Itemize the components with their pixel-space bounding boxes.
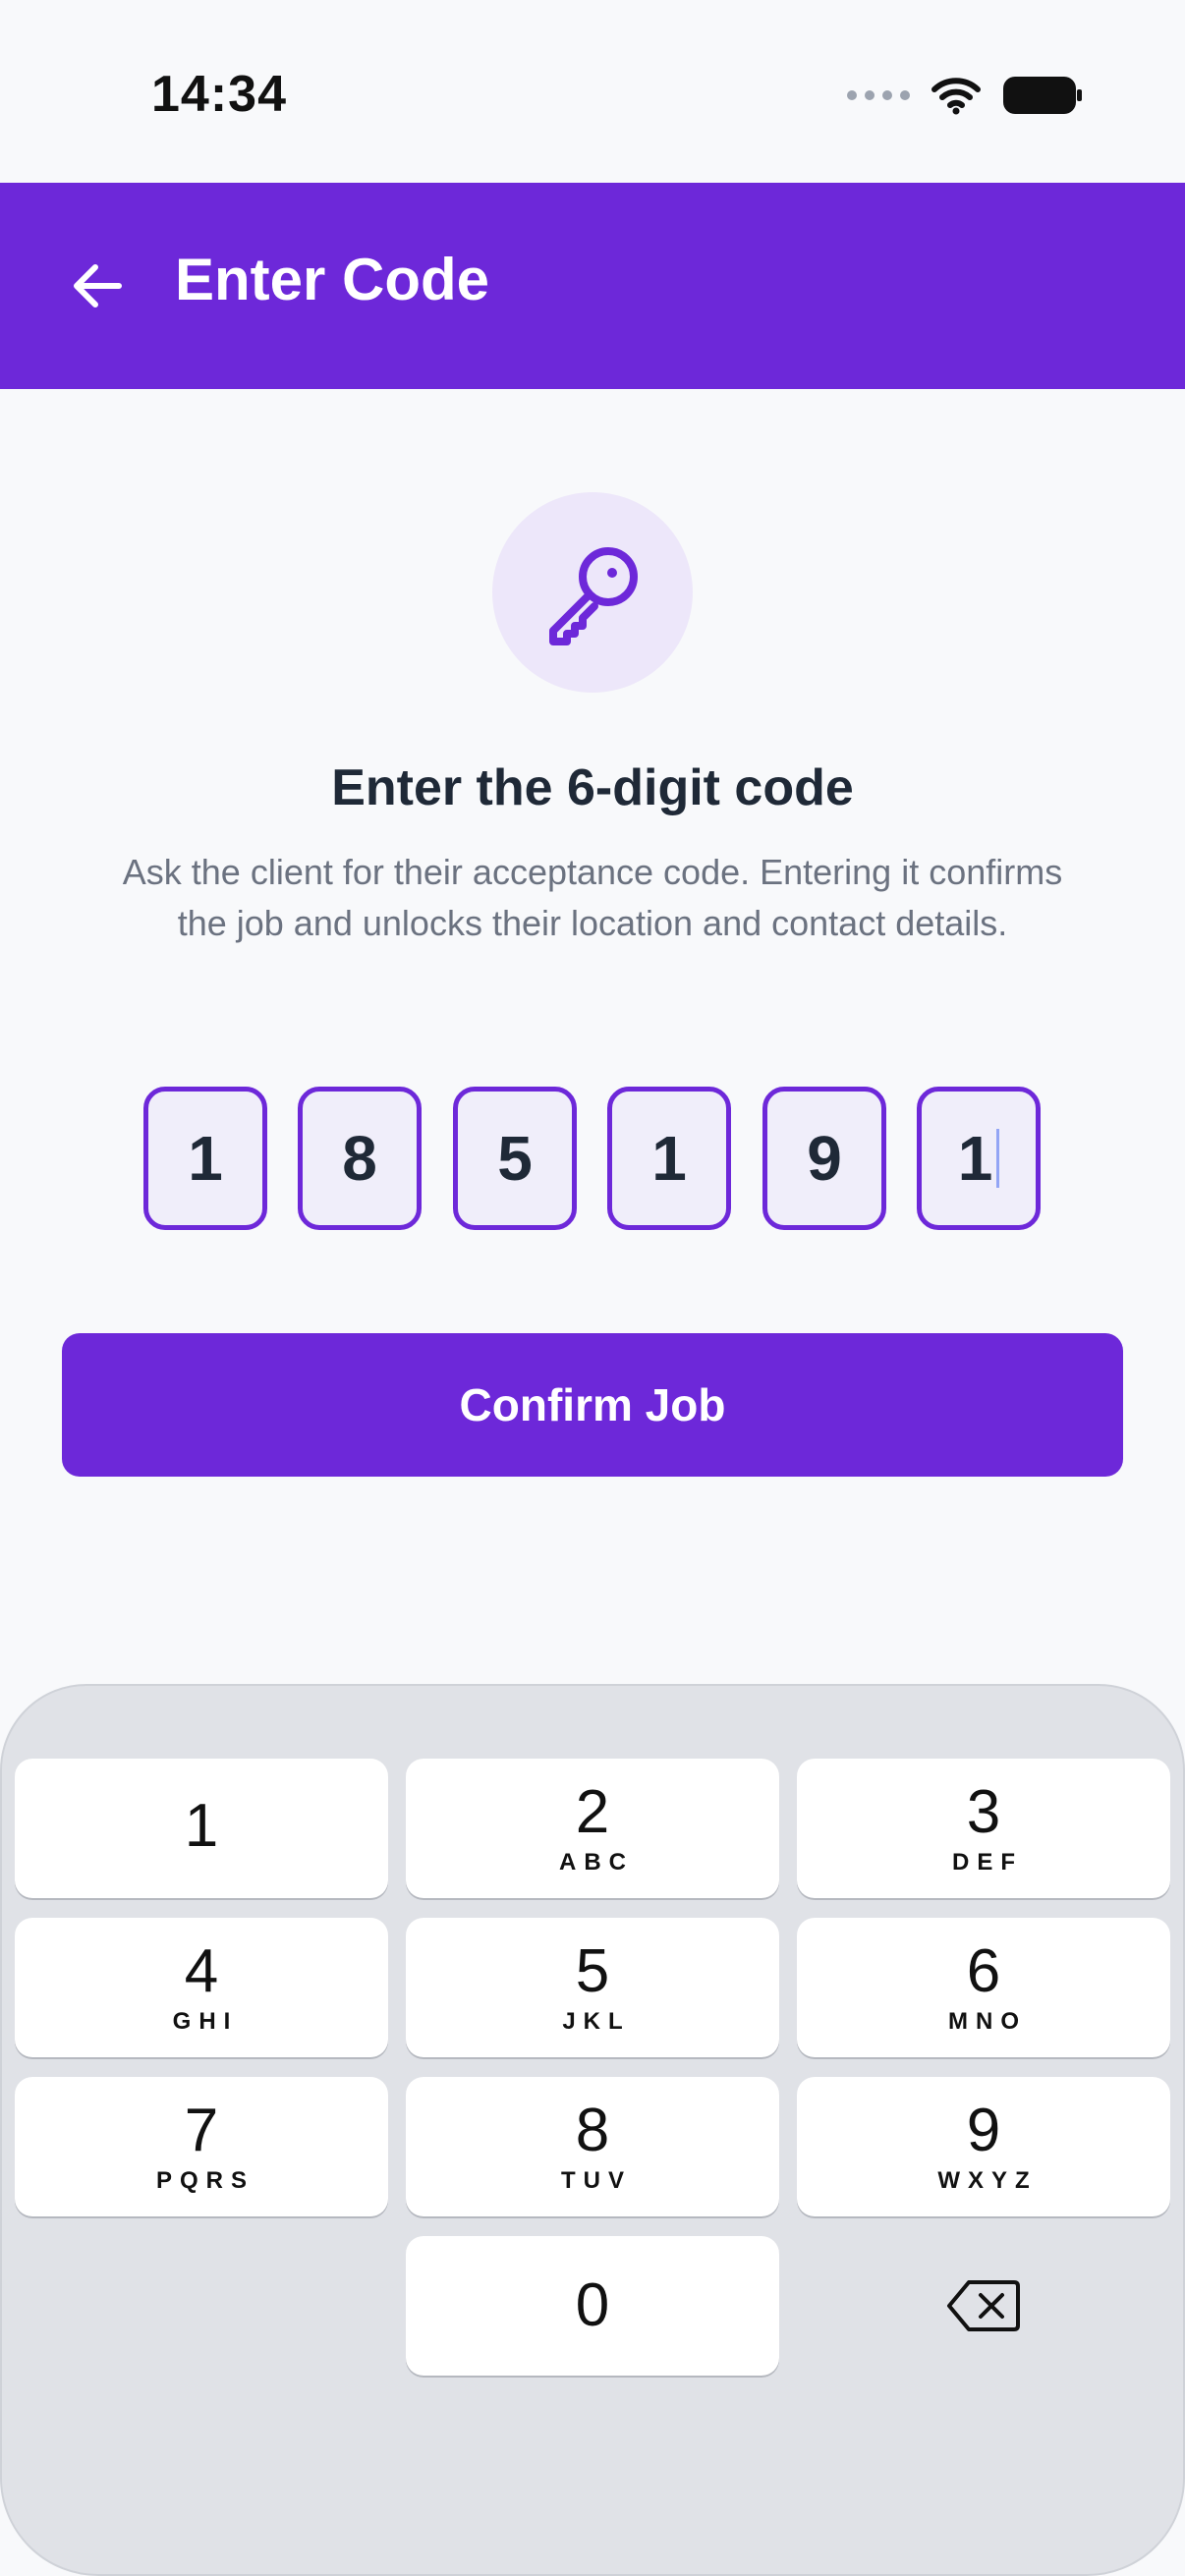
numeric-keyboard: 1 2 ABC 3 DEF 4 GHI 5 JKL 6 MNO 7 PQRS 8…	[0, 1684, 1185, 2576]
key-8[interactable]: 8 TUV	[406, 2077, 779, 2216]
key-letters: MNO	[948, 2008, 1027, 2035]
key-letters: TUV	[561, 2167, 632, 2194]
back-button[interactable]	[61, 250, 134, 322]
arrow-left-icon	[74, 264, 122, 308]
code-digit-3[interactable]: 5	[453, 1087, 577, 1230]
key-blank	[15, 2236, 388, 2376]
battery-icon	[1003, 77, 1082, 114]
code-digit-1[interactable]: 1	[143, 1087, 267, 1230]
key-5[interactable]: 5 JKL	[406, 1918, 779, 2057]
key-number: 9	[966, 2097, 1001, 2164]
key-2[interactable]: 2 ABC	[406, 1759, 779, 1898]
key-number: 5	[575, 1937, 610, 2005]
key-number: 1	[184, 1792, 219, 1860]
code-input[interactable]: 1 8 5 1 9 1	[143, 1087, 1042, 1230]
key-number: 4	[184, 1937, 219, 2005]
key-letters: DEF	[952, 1849, 1023, 1876]
key-6[interactable]: 6 MNO	[797, 1918, 1170, 2057]
code-digit-2[interactable]: 8	[298, 1087, 422, 1230]
key-number: 3	[966, 1778, 1001, 1846]
key-1[interactable]: 1	[15, 1759, 388, 1898]
text-cursor	[996, 1129, 1000, 1188]
key-number: 2	[575, 1778, 610, 1846]
key-9[interactable]: 9 WXYZ	[797, 2077, 1170, 2216]
key-4[interactable]: 4 GHI	[15, 1918, 388, 2057]
instruction-text: Ask the client for their acceptance code…	[122, 852, 1063, 943]
status-icons	[847, 71, 1083, 120]
key-number: 0	[575, 2271, 610, 2339]
status-time: 14:34	[151, 66, 287, 123]
key-7[interactable]: 7 PQRS	[15, 2077, 388, 2216]
key-3[interactable]: 3 DEF	[797, 1759, 1170, 1898]
code-digit-6[interactable]: 1	[917, 1087, 1041, 1230]
key-letters: JKL	[562, 2008, 631, 2035]
key-0[interactable]: 0	[406, 2236, 779, 2376]
key-icon-badge	[492, 492, 693, 693]
wifi-icon	[931, 78, 981, 115]
app-bar: Enter Code	[0, 183, 1185, 389]
instruction-heading: Enter the 6-digit code	[331, 759, 854, 816]
page-title: Enter Code	[175, 247, 490, 312]
key-number: 7	[184, 2097, 219, 2164]
code-digit-5[interactable]: 9	[762, 1087, 886, 1230]
backspace-icon	[947, 2280, 1020, 2331]
confirm-job-button[interactable]: Confirm Job	[62, 1333, 1123, 1477]
code-digit-4[interactable]: 1	[607, 1087, 731, 1230]
key-letters: GHI	[172, 2008, 239, 2035]
cellular-signal-icon	[847, 90, 910, 100]
status-bar: 14:34	[0, 0, 1185, 183]
key-number: 8	[575, 2097, 610, 2164]
delete-key[interactable]	[797, 2236, 1170, 2376]
key-icon	[549, 547, 638, 645]
key-number: 6	[966, 1937, 1001, 2005]
key-letters: WXYZ	[937, 2167, 1038, 2194]
key-letters: ABC	[559, 1849, 634, 1876]
key-letters: PQRS	[155, 2167, 254, 2194]
